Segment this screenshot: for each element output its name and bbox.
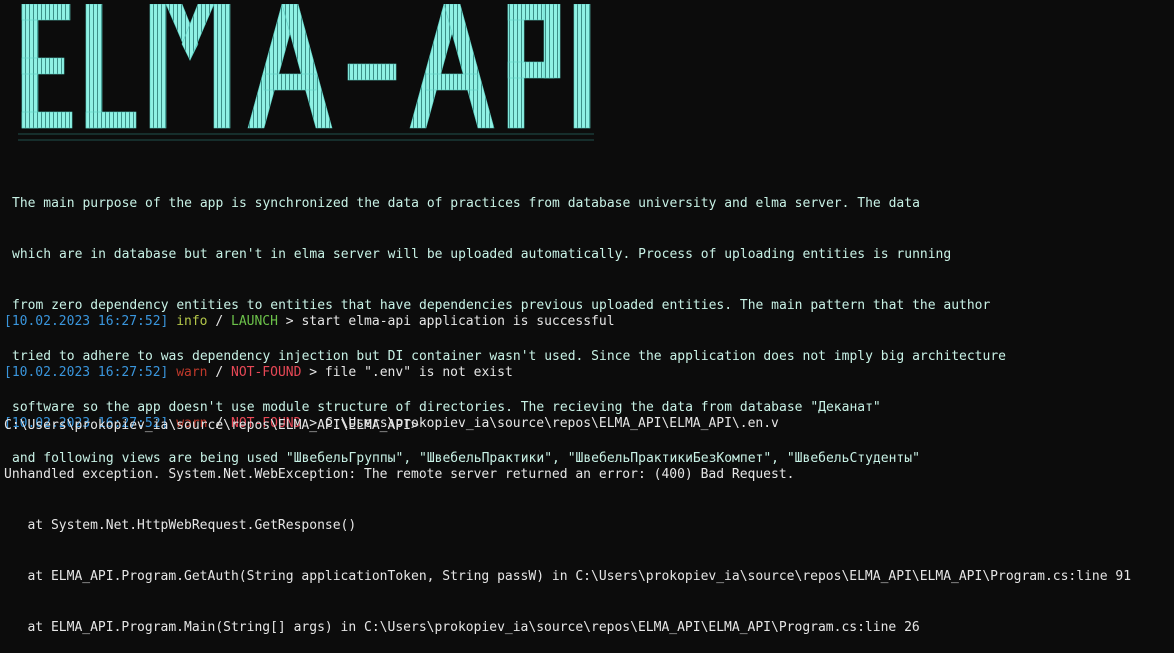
exception-line: Unhandled exception. System.Net.WebExcep… [4,467,795,482]
stack-trace-line: at System.Net.HttpWebRequest.GetResponse… [4,518,357,533]
text-cursor[interactable] [419,415,427,429]
log-timestamp: [10.02.2023 16:27:52] [4,314,169,329]
description-line: The main purpose of the app is synchroni… [12,196,920,211]
log-tag: LAUNCH [231,314,278,329]
log-level: warn [176,365,208,380]
log-output: [10.02.2023 16:27:52] info / LAUNCH > st… [4,279,1131,653]
stack-trace-line: at ELMA_API.Program.Main(String[] args) … [4,620,920,635]
log-timestamp: [10.02.2023 16:27:52] [4,365,169,380]
log-level: info [176,314,208,329]
prompt-path: C:\Users\prokopiev_ia\source\repos\ELMA_… [4,418,419,433]
command-prompt[interactable]: C:\Users\prokopiev_ia\source\repos\ELMA_… [4,415,427,434]
log-tag: NOT-FOUND [231,365,302,380]
log-message: > start elma-api application is successf… [277,314,615,329]
banner-logo [18,4,594,141]
log-entry: [10.02.2023 16:27:52] info / LAUNCH > st… [4,313,1131,330]
ascii-banner [18,4,598,146]
log-separator: / [207,314,231,329]
description-line: which are in database but aren't in elma… [12,247,952,262]
log-message: > file ".env" is not exist [301,365,513,380]
log-separator: / [207,365,231,380]
stack-trace-line: at ELMA_API.Program.GetAuth(String appli… [4,569,1132,584]
log-entry: [10.02.2023 16:27:52] warn / NOT-FOUND >… [4,364,1131,381]
